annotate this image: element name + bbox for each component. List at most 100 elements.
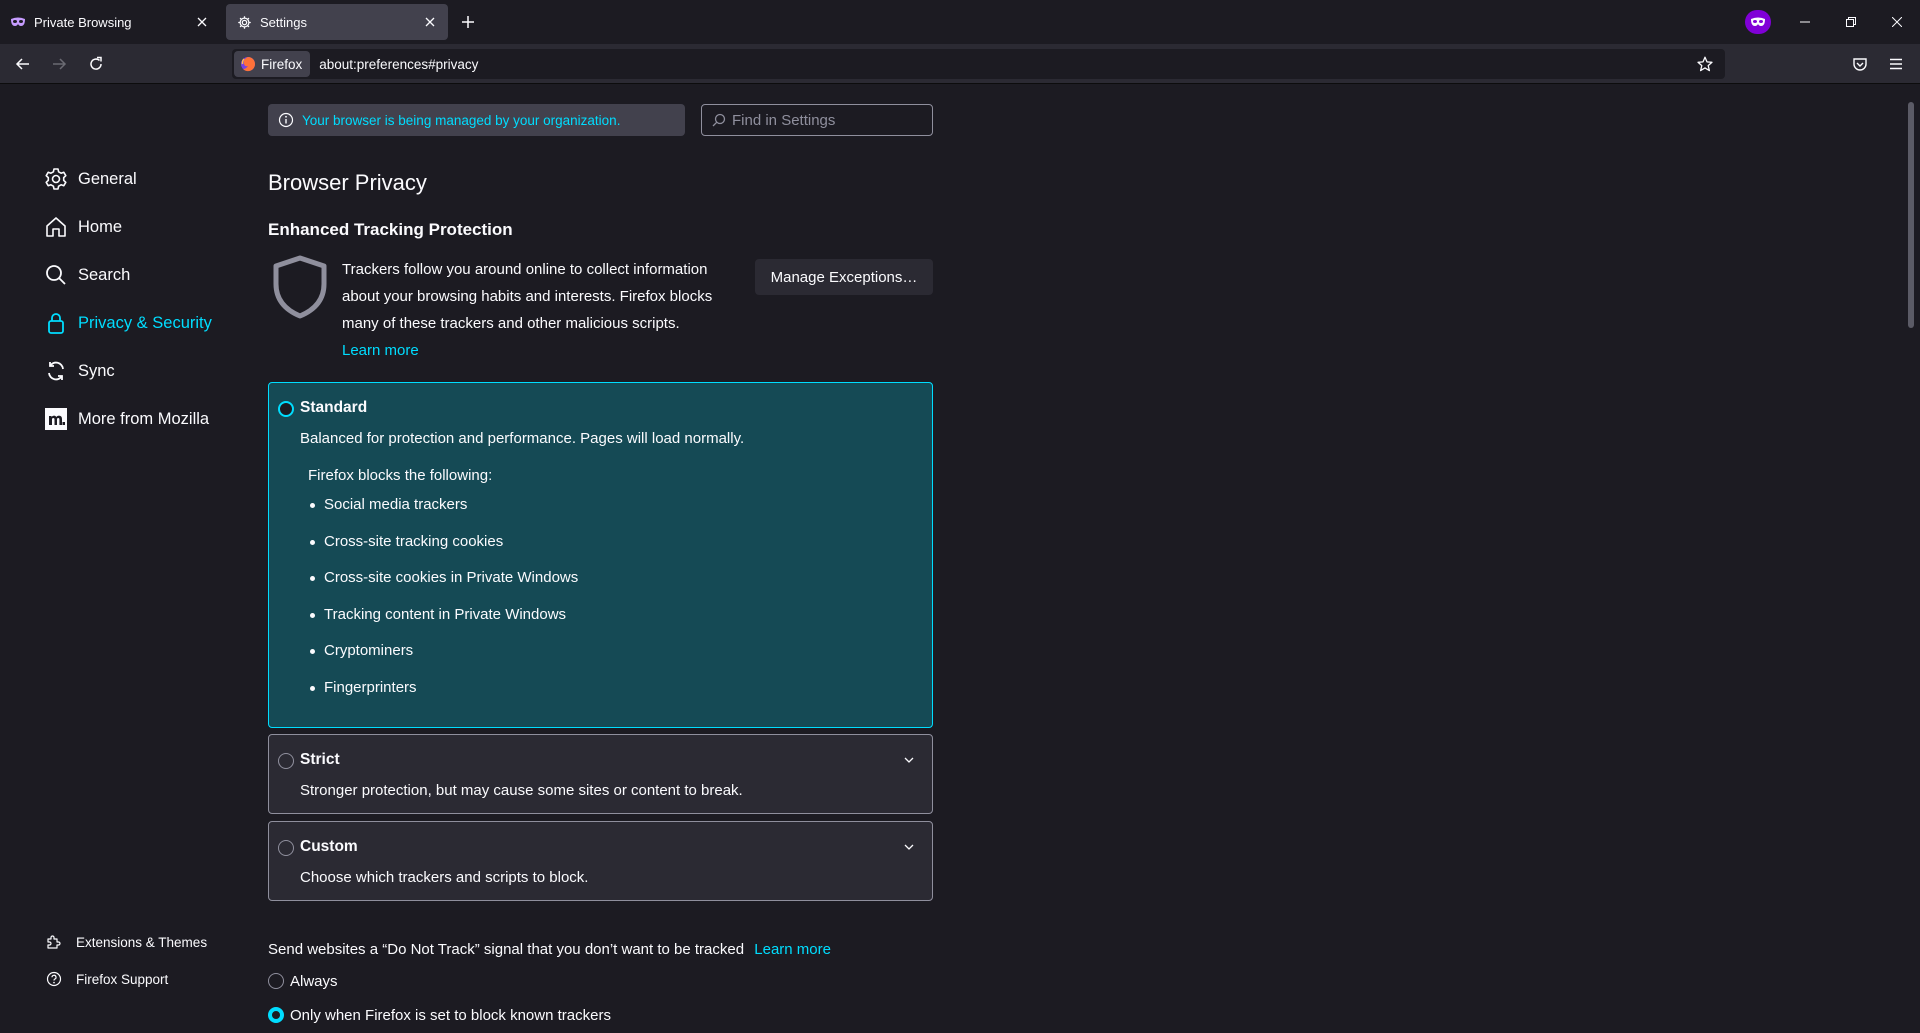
- tab-title: Private Browsing: [34, 14, 132, 30]
- private-browsing-indicator-icon: [1745, 10, 1771, 34]
- extensions-themes-link[interactable]: Extensions & Themes: [46, 930, 207, 954]
- etp-heading: Enhanced Tracking Protection: [268, 220, 513, 239]
- identity-box[interactable]: Firefox: [234, 51, 311, 77]
- bullet-icon: [310, 576, 315, 582]
- option-title: Strict: [300, 751, 340, 768]
- sidebar-item-label: Search: [78, 265, 131, 284]
- dnt-learn-more-link[interactable]: Learn more: [754, 941, 831, 958]
- sidebar-item-privacy-security[interactable]: Privacy & Security: [44, 307, 212, 339]
- list-item-label: Cryptominers: [324, 642, 414, 660]
- firefox-support-label: Firefox Support: [76, 971, 169, 987]
- etp-option-standard[interactable]: Standard Balanced for protection and per…: [268, 382, 933, 728]
- back-arrow-icon: [15, 58, 29, 70]
- gear-icon: [236, 14, 252, 30]
- sync-icon: [44, 359, 68, 383]
- blocks-heading: Firefox blocks the following:: [308, 467, 493, 484]
- etp-option-custom[interactable]: Custom Choose which trackers and scripts…: [268, 821, 933, 901]
- search-icon: [44, 263, 68, 287]
- option-description: Choose which trackers and scripts to blo…: [300, 869, 589, 886]
- find-in-settings[interactable]: [701, 104, 933, 136]
- tab-private-browsing[interactable]: Private Browsing: [0, 4, 220, 40]
- etp-description-text: Trackers follow you around online to col…: [342, 261, 713, 332]
- hamburger-menu-icon: [1890, 58, 1902, 70]
- list-item-label: Social media trackers: [324, 496, 468, 513]
- bullet-icon: [310, 685, 315, 691]
- option-title: Standard: [300, 399, 368, 416]
- chevron-down-icon[interactable]: [902, 753, 916, 767]
- list-item-label: Tracking content in Private Windows: [324, 605, 567, 623]
- etp-option-strict[interactable]: Strict Stronger protection, but may caus…: [268, 734, 933, 814]
- list-item: Cross-site cookies in Private Windows: [308, 569, 578, 606]
- bullet-icon: [310, 503, 315, 508]
- puzzle-icon: [46, 934, 62, 950]
- sidebar-item-label: Home: [78, 217, 123, 236]
- back-button[interactable]: [11, 52, 35, 76]
- dnt-option-always[interactable]: Always: [268, 970, 338, 992]
- firefox-support-link[interactable]: Firefox Support: [46, 967, 168, 991]
- dnt-option-only-when-blocking[interactable]: Only when Firefox is set to block known …: [268, 1004, 611, 1026]
- menu-button[interactable]: [1884, 52, 1908, 76]
- dnt-label: Send websites a “Do Not Track” signal th…: [268, 941, 745, 958]
- forward-button[interactable]: [47, 52, 71, 76]
- sidebar-item-home[interactable]: Home: [44, 211, 122, 243]
- minimize-icon: [1800, 21, 1810, 23]
- manage-exceptions-button[interactable]: Manage Exceptions…: [755, 259, 933, 295]
- info-icon: [278, 112, 294, 128]
- sidebar-item-label: General: [78, 169, 137, 188]
- sidebar-item-more-from-mozilla[interactable]: More from Mozilla: [44, 403, 209, 435]
- strict-radio[interactable]: [278, 753, 294, 769]
- address-bar[interactable]: Firefox about:preferences#privacy: [232, 49, 1725, 79]
- plus-icon: [462, 16, 474, 28]
- policy-notice[interactable]: Your browser is being managed by your or…: [268, 104, 685, 136]
- do-not-track-text: Send websites a “Do Not Track” signal th…: [268, 941, 831, 958]
- close-icon[interactable]: [418, 10, 442, 34]
- bullet-icon: [310, 612, 315, 618]
- reload-icon: [90, 56, 102, 70]
- private-mask-icon: [10, 14, 26, 30]
- option-title: Custom: [300, 838, 358, 855]
- window-close-button[interactable]: [1874, 0, 1920, 44]
- identity-label: Firefox: [261, 56, 303, 72]
- restore-icon: [1846, 17, 1856, 27]
- etp-learn-more-link[interactable]: Learn more: [342, 342, 419, 359]
- gear-icon: [44, 167, 68, 191]
- list-item-label: Cross-site cookies in Private Windows: [324, 569, 579, 587]
- restore-button[interactable]: [1828, 0, 1874, 44]
- list-item-label: Cross-site tracking cookies: [324, 532, 504, 550]
- pocket-icon: [1853, 58, 1867, 71]
- new-tab-button[interactable]: [456, 10, 480, 34]
- url-text[interactable]: about:preferences#privacy: [319, 57, 478, 72]
- sidebar-item-sync[interactable]: Sync: [44, 355, 115, 387]
- sidebar-item-label: Sync: [78, 361, 115, 380]
- forward-arrow-icon: [53, 58, 67, 70]
- extensions-themes-label: Extensions & Themes: [76, 934, 208, 950]
- bullet-icon: [310, 649, 315, 655]
- sidebar-item-search[interactable]: Search: [44, 259, 130, 291]
- search-input[interactable]: [732, 111, 922, 129]
- help-icon: [46, 971, 62, 987]
- list-item: Cross-site tracking cookies: [308, 533, 578, 570]
- option-description: Stronger protection, but may cause some …: [300, 782, 743, 799]
- dnt-only-when-radio[interactable]: [268, 1007, 284, 1023]
- chevron-down-icon[interactable]: [902, 840, 916, 854]
- dnt-always-radio[interactable]: [268, 973, 284, 989]
- search-icon: [712, 113, 726, 127]
- dnt-option-label: Only when Firefox is set to block known …: [290, 1006, 611, 1024]
- settings-main: Your browser is being managed by your or…: [268, 84, 1900, 1033]
- standard-radio[interactable]: [278, 401, 294, 417]
- policy-notice-text: Your browser is being managed by your or…: [302, 112, 621, 128]
- close-icon[interactable]: [190, 10, 214, 34]
- custom-radio[interactable]: [278, 840, 294, 856]
- minimize-button[interactable]: [1782, 0, 1828, 44]
- reload-button[interactable]: [84, 52, 108, 76]
- shield-icon: [273, 255, 327, 319]
- list-item: Tracking content in Private Windows: [308, 606, 578, 643]
- bookmark-button[interactable]: [1695, 54, 1715, 74]
- scrollbar-thumb[interactable]: [1908, 102, 1914, 328]
- star-icon: [1697, 56, 1713, 72]
- pocket-button[interactable]: [1848, 52, 1872, 76]
- sidebar-item-general[interactable]: General: [44, 163, 137, 195]
- page-title: Browser Privacy: [268, 170, 427, 195]
- tab-settings[interactable]: Settings: [226, 4, 448, 40]
- blocked-list: Social media trackers Cross-site trackin…: [308, 496, 578, 716]
